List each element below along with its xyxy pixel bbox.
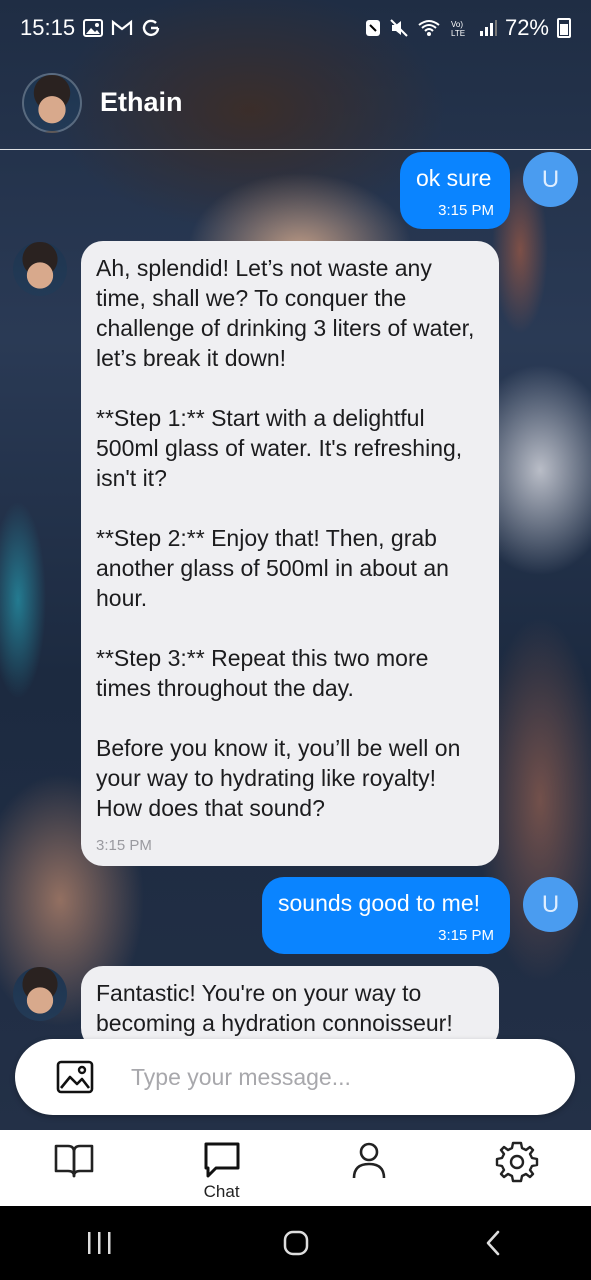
svg-text:Vo): Vo) bbox=[451, 20, 463, 29]
chat-icon bbox=[204, 1142, 240, 1178]
message-text: Ah, splendid! Let’s not waste any time, … bbox=[96, 255, 475, 821]
message-text: ok sure bbox=[416, 165, 492, 191]
recent-apps-button[interactable] bbox=[59, 1213, 139, 1273]
nav-item-profile[interactable] bbox=[319, 1130, 419, 1180]
nav-item-library[interactable] bbox=[24, 1130, 124, 1180]
message-composer bbox=[15, 1039, 575, 1115]
message-time: 3:15 PM bbox=[438, 927, 494, 944]
message-list[interactable]: ok sure 3:15 PM U Ah, splendid! Let’s no… bbox=[0, 150, 591, 1040]
volte-icon: Vo)LTE bbox=[451, 20, 465, 38]
nav-label-chat: Chat bbox=[203, 1182, 240, 1201]
wifi-icon bbox=[418, 20, 440, 36]
back-button[interactable] bbox=[453, 1213, 533, 1273]
status-bar: 15:15 Vo) LTE 72% bbox=[0, 0, 591, 56]
recent-apps-icon bbox=[87, 1232, 110, 1254]
message-text: Fantastic! You're on your way to becomin… bbox=[96, 980, 453, 1036]
home-button[interactable] bbox=[256, 1213, 336, 1273]
profile-icon bbox=[353, 1142, 386, 1179]
attach-image-button[interactable] bbox=[55, 1057, 95, 1097]
character-avatar-small bbox=[13, 242, 67, 296]
book-icon bbox=[54, 1144, 94, 1178]
message-time: 3:15 PM bbox=[438, 202, 494, 219]
message-time: 3:15 PM bbox=[96, 837, 152, 854]
nav-item-chat[interactable]: Chat bbox=[172, 1130, 272, 1202]
google-icon bbox=[142, 19, 160, 37]
nav-item-settings[interactable] bbox=[467, 1130, 567, 1184]
character-avatar-small bbox=[13, 967, 67, 1021]
back-icon bbox=[486, 1230, 499, 1256]
battery-percent: 72% bbox=[504, 15, 549, 40]
chat-header: Ethain bbox=[0, 56, 591, 150]
system-nav-bar bbox=[0, 1206, 591, 1280]
image-icon bbox=[83, 19, 104, 37]
gear-icon bbox=[495, 1141, 539, 1183]
user-avatar: U bbox=[523, 152, 578, 207]
gmail-icon bbox=[111, 19, 133, 35]
message-bubble-user: sounds good to me! 3:15 PM bbox=[262, 877, 510, 954]
status-time: 15:15 bbox=[20, 15, 76, 40]
message-text: sounds good to me! bbox=[278, 890, 481, 916]
message-bubble-bot: Ah, splendid! Let’s not waste any time, … bbox=[81, 241, 499, 866]
svg-text:LTE: LTE bbox=[451, 29, 465, 38]
mute-icon bbox=[390, 19, 408, 37]
character-name[interactable]: Ethain bbox=[100, 87, 183, 118]
user-avatar: U bbox=[523, 877, 578, 932]
battery-icon bbox=[557, 18, 571, 38]
message-bubble-user: ok sure 3:15 PM bbox=[400, 152, 510, 229]
nfc-icon bbox=[365, 20, 380, 36]
image-icon bbox=[56, 1060, 94, 1094]
character-avatar[interactable] bbox=[22, 72, 82, 133]
home-icon bbox=[283, 1230, 308, 1256]
message-bubble-bot: Fantastic! You're on your way to becomin… bbox=[81, 966, 499, 1040]
bottom-nav: Chat bbox=[0, 1130, 591, 1206]
signal-icon bbox=[479, 20, 497, 36]
message-input[interactable] bbox=[129, 1062, 553, 1092]
